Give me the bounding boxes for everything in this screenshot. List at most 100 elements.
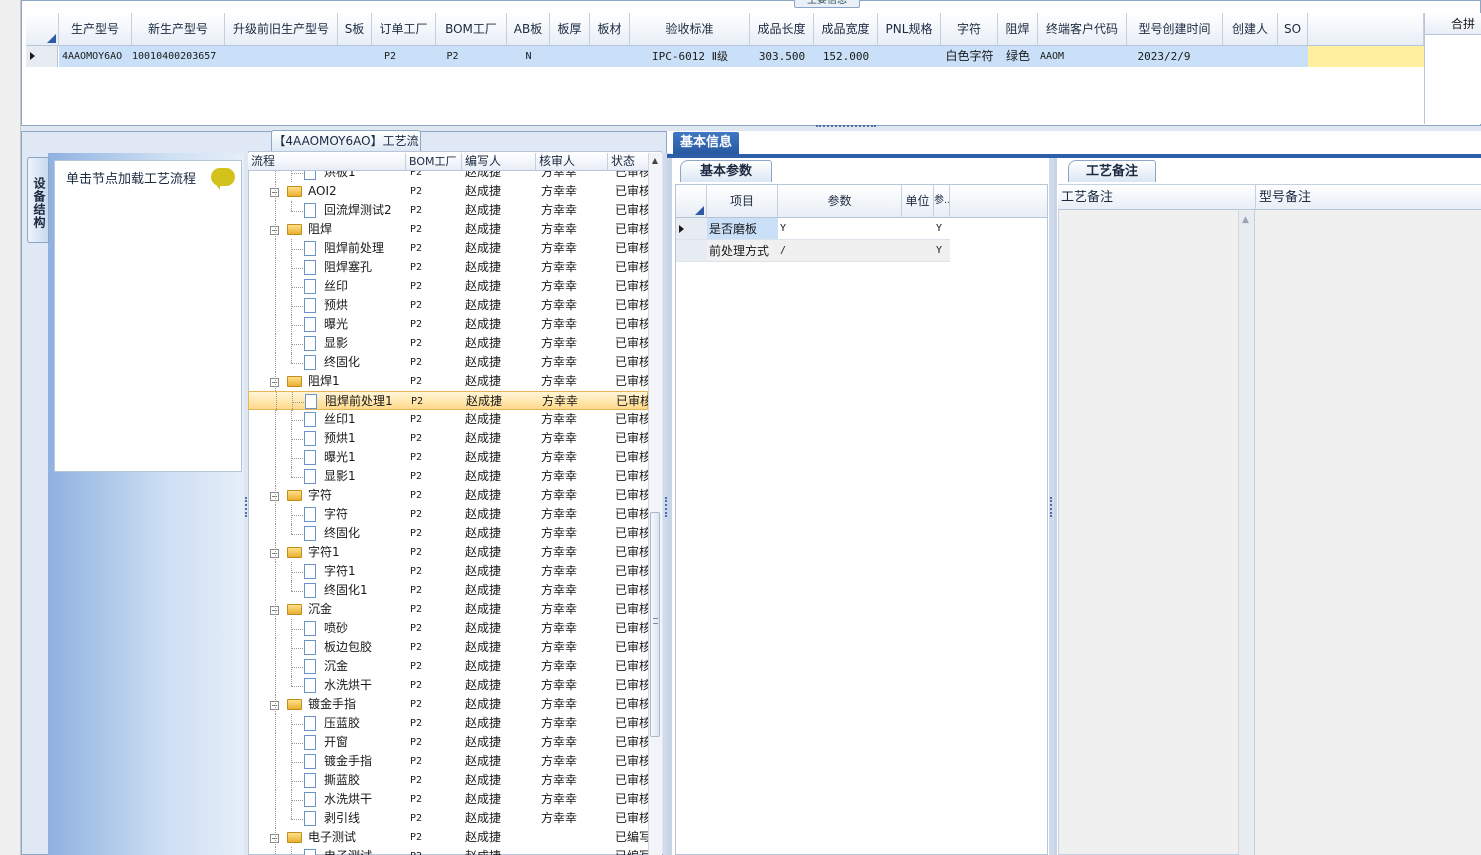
tree-group-row[interactable]: − 沉金 P2 赵成捷 方幸幸 已审核 bbox=[248, 600, 648, 619]
device-load-box[interactable] bbox=[54, 160, 242, 472]
scroll-up-arrow-icon[interactable]: ▲ bbox=[650, 156, 660, 166]
tab-basic-params[interactable]: 基本参数 bbox=[680, 160, 772, 182]
tree-step-row[interactable]: 曝光1 P2 赵成捷 方幸幸 已审核 bbox=[248, 448, 648, 467]
cell-solder[interactable]: 绿色 bbox=[998, 46, 1038, 67]
tree-step-row[interactable]: 沉金 P2 赵成捷 方幸幸 已审核 bbox=[248, 657, 648, 676]
param-unit-cell[interactable] bbox=[902, 218, 934, 240]
tree-step-row[interactable]: 预烘1 P2 赵成捷 方幸幸 已审核 bbox=[248, 429, 648, 448]
col-pnl[interactable]: PNL规格 bbox=[878, 13, 941, 46]
col-thickness[interactable]: 板厚 bbox=[550, 13, 590, 46]
col-customer[interactable]: 终端客户代码 bbox=[1038, 13, 1127, 46]
tree-step-row[interactable]: 板边包胶 P2 赵成捷 方幸幸 已审核 bbox=[248, 638, 648, 657]
col-creator[interactable]: 创建人 bbox=[1223, 13, 1278, 46]
scroll-up-arrow-icon[interactable]: ▲ bbox=[1242, 215, 1249, 225]
grid-corner[interactable] bbox=[26, 13, 59, 46]
tab-device-structure[interactable]: 设备结构 bbox=[27, 157, 49, 243]
tree-group-row[interactable]: − 字符 P2 赵成捷 方幸幸 已审核 bbox=[248, 486, 648, 505]
col-length[interactable]: 成品长度 bbox=[750, 13, 814, 46]
tree-step-row[interactable]: 显影1 P2 赵成捷 方幸幸 已审核 bbox=[248, 467, 648, 486]
param-flag-cell[interactable]: Y bbox=[934, 218, 950, 240]
model-notes-area[interactable] bbox=[1255, 184, 1481, 855]
col-order-factory[interactable]: 订单工厂 bbox=[372, 13, 436, 46]
cell-created[interactable]: 2023/2/9 bbox=[1127, 46, 1223, 67]
tree-step-row[interactable]: 阻焊塞孔 P2 赵成捷 方幸幸 已审核 bbox=[248, 258, 648, 277]
tree-step-row[interactable]: 电子测试 P2 赵成捷 已编写 bbox=[248, 847, 648, 855]
param-flag-cell[interactable]: Y bbox=[934, 240, 950, 262]
tab-basic-info[interactable]: 基本信息 bbox=[673, 132, 739, 154]
param-row-indicator[interactable] bbox=[676, 240, 707, 262]
col-param-unit[interactable]: 单位 bbox=[902, 185, 934, 218]
param-unit-cell[interactable] bbox=[902, 240, 934, 262]
tree-step-row[interactable]: 水洗烘干 P2 赵成捷 方幸幸 已审核 bbox=[248, 790, 648, 809]
cell-s-board[interactable] bbox=[338, 46, 372, 67]
col-flow[interactable]: 流程 bbox=[248, 153, 406, 171]
cell-so[interactable] bbox=[1278, 46, 1308, 67]
tree-step-row[interactable]: 剥引线 P2 赵成捷 方幸幸 已审核 bbox=[248, 809, 648, 828]
tree-step-row[interactable]: 回流焊测试2 P2 赵成捷 方幸幸 已审核 bbox=[248, 201, 648, 220]
param-value-cell[interactable]: Y bbox=[778, 218, 902, 240]
cell-char[interactable]: 白色字符 bbox=[941, 46, 998, 67]
tree-step-row[interactable]: 阻焊前处理1 P2 赵成捷 方幸幸 已审核 bbox=[248, 391, 648, 411]
col-width[interactable]: 成品宽度 bbox=[814, 13, 878, 46]
tree-step-row[interactable]: 喷砂 P2 赵成捷 方幸幸 已审核 bbox=[248, 619, 648, 638]
cell-old-part-no[interactable] bbox=[225, 46, 338, 67]
tree-group-row[interactable]: − 字符1 P2 赵成捷 方幸幸 已审核 bbox=[248, 543, 648, 562]
col-param-item[interactable]: 项目 bbox=[707, 185, 778, 218]
tree-step-row[interactable]: 终固化 P2 赵成捷 方幸幸 已审核 bbox=[248, 524, 648, 543]
tree-step-row[interactable]: 字符 P2 赵成捷 方幸幸 已审核 bbox=[248, 505, 648, 524]
col-ab-board[interactable]: AB板 bbox=[507, 13, 550, 46]
tree-step-row[interactable]: 预烘 P2 赵成捷 方幸幸 已审核 bbox=[248, 296, 648, 315]
cell-bom-factory[interactable]: P2 bbox=[436, 46, 507, 67]
tree-step-row[interactable]: 字符1 P2 赵成捷 方幸幸 已审核 bbox=[248, 562, 648, 581]
tree-scrollbar[interactable] bbox=[648, 153, 662, 855]
col-created[interactable]: 型号创建时间 bbox=[1127, 13, 1223, 46]
col-flow-reviewer[interactable]: 核审人 bbox=[536, 153, 608, 171]
param-value-cell[interactable]: / bbox=[778, 240, 902, 262]
cell-creator[interactable] bbox=[1223, 46, 1278, 67]
tree-step-row[interactable]: 开窗 P2 赵成捷 方幸幸 已审核 bbox=[248, 733, 648, 752]
cell-part-no[interactable]: 4AAOMOY6AO bbox=[59, 46, 132, 67]
tree-step-row[interactable]: 丝印1 P2 赵成捷 方幸幸 已审核 bbox=[248, 410, 648, 429]
col-param-value[interactable]: 参数 bbox=[778, 185, 902, 218]
tree-step-row[interactable]: 撕蓝胶 P2 赵成捷 方幸幸 已审核 bbox=[248, 771, 648, 790]
cell-length[interactable]: 303.500 bbox=[750, 46, 814, 67]
notes-scrollbar[interactable]: ▲ bbox=[1238, 211, 1254, 855]
tree-step-row[interactable]: 终固化1 P2 赵成捷 方幸幸 已审核 bbox=[248, 581, 648, 600]
tree-step-row[interactable]: 阻焊前处理 P2 赵成捷 方幸幸 已审核 bbox=[248, 239, 648, 258]
tab-process-notes[interactable]: 工艺备注 bbox=[1068, 160, 1156, 182]
tree-group-row[interactable]: − 电子测试 P2 赵成捷 已编写 bbox=[248, 828, 648, 847]
tree-step-row[interactable]: 曝光 P2 赵成捷 方幸幸 已审核 bbox=[248, 315, 648, 334]
cell-ab-board[interactable]: N bbox=[507, 46, 550, 67]
col-part-no[interactable]: 生产型号 bbox=[59, 13, 132, 46]
col-standard[interactable]: 验收标准 bbox=[630, 13, 750, 46]
cell-order-factory[interactable]: P2 bbox=[372, 46, 436, 67]
process-notes-area[interactable] bbox=[1058, 184, 1255, 855]
col-flow-status[interactable]: 状态 bbox=[608, 153, 648, 171]
col-flow-writer[interactable]: 编写人 bbox=[462, 153, 536, 171]
cell-customer[interactable]: AAOM bbox=[1038, 46, 1127, 67]
tree-step-row[interactable]: 显影 P2 赵成捷 方幸幸 已审核 bbox=[248, 334, 648, 353]
col-char[interactable]: 字符 bbox=[941, 13, 998, 46]
col-new-part-no[interactable]: 新生产型号 bbox=[132, 13, 225, 46]
tree-group-row[interactable]: − 阻焊1 P2 赵成捷 方幸幸 已审核 bbox=[248, 372, 648, 391]
tree-step-row[interactable]: 压蓝胶 P2 赵成捷 方幸幸 已审核 bbox=[248, 714, 648, 733]
tree-scroll-thumb[interactable] bbox=[650, 512, 660, 737]
col-bom-factory[interactable]: BOM工厂 bbox=[436, 13, 507, 46]
param-row-indicator[interactable] bbox=[676, 218, 707, 240]
cell-width[interactable]: 152.000 bbox=[814, 46, 878, 67]
col-material[interactable]: 板材 bbox=[590, 13, 630, 46]
col-s-board[interactable]: S板 bbox=[338, 13, 372, 46]
tree-group-row[interactable]: − 阻焊 P2 赵成捷 方幸幸 已审核 bbox=[248, 220, 648, 239]
cell-material[interactable] bbox=[590, 46, 630, 67]
tree-step-row[interactable]: 丝印 P2 赵成捷 方幸幸 已审核 bbox=[248, 277, 648, 296]
row-indicator[interactable] bbox=[26, 46, 58, 67]
tree-step-row[interactable]: 终固化 P2 赵成捷 方幸幸 已审核 bbox=[248, 353, 648, 372]
cell-new-part-no[interactable]: 10010400203657 bbox=[132, 46, 225, 67]
col-flow-bom[interactable]: BOM工厂 bbox=[406, 153, 462, 171]
col-so[interactable]: SO bbox=[1278, 13, 1308, 46]
col-old-part-no[interactable]: 升级前旧生产型号 bbox=[225, 13, 338, 46]
cell-pnl[interactable] bbox=[878, 46, 941, 67]
param-item-cell[interactable]: 前处理方式 bbox=[707, 240, 778, 262]
param-item-cell[interactable]: 是否磨板 bbox=[707, 218, 778, 240]
cell-thickness[interactable] bbox=[550, 46, 590, 67]
